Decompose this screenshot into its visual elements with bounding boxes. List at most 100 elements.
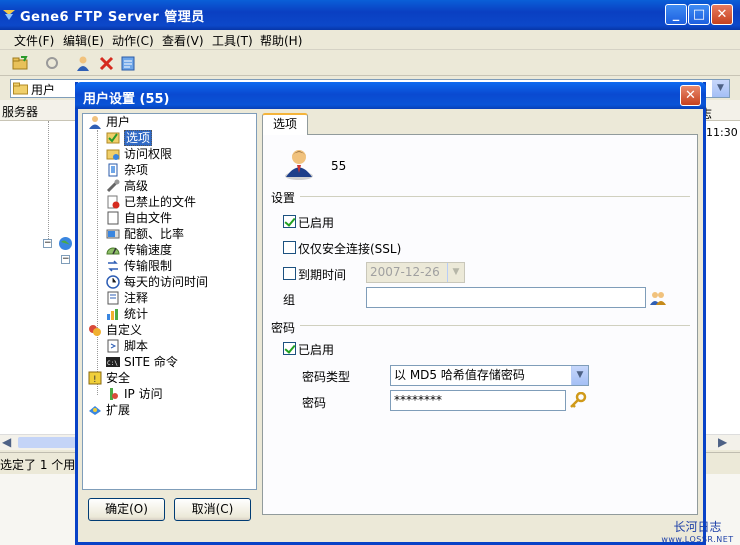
settings-group-label: 设置 (271, 191, 296, 205)
svg-text:!: ! (93, 375, 97, 385)
svg-text:C:\: C:\ (107, 360, 118, 367)
tree-item-user[interactable]: 用户 (88, 114, 130, 130)
tree-item-site-command[interactable]: C:\ SITE 命令 (106, 354, 178, 370)
menu-help[interactable]: 帮助(H) (260, 32, 302, 49)
tree-item-options[interactable]: 选项 (106, 130, 153, 146)
refresh-icon[interactable] (44, 55, 61, 72)
group-field[interactable] (366, 287, 646, 308)
watermark-url: www.LOSSR.NET (661, 535, 734, 544)
ok-button[interactable]: 确定(O) (88, 498, 165, 521)
expire-checkbox[interactable] (283, 267, 296, 280)
add-user-icon[interactable] (75, 55, 92, 72)
tree-item-access-rights[interactable]: 访问权限 (106, 146, 172, 162)
banned-files-icon (107, 195, 120, 209)
delete-icon[interactable] (98, 55, 115, 72)
tab-options[interactable]: 选项 (262, 113, 308, 135)
dialog-titlebar[interactable]: 用户设置 (55) ✕ (75, 82, 706, 109)
watermark-title: 长河日志 (673, 520, 722, 534)
right-scrollbar[interactable]: ▶ (706, 434, 740, 450)
enabled-checkbox[interactable] (283, 215, 296, 228)
expire-label[interactable]: 到期时间 (298, 266, 346, 283)
menu-view[interactable]: 查看(V) (162, 32, 204, 49)
password-group-label: 密码 (271, 321, 296, 335)
tree-collapse-toggle-2[interactable]: − (61, 255, 70, 264)
group-picker-icon[interactable] (649, 290, 667, 306)
stats-icon (107, 309, 118, 320)
scroll-left-icon[interactable]: ◀ (2, 435, 11, 449)
key-icon[interactable] (569, 392, 587, 408)
expire-date-dropdown[interactable]: ▼ (447, 263, 464, 282)
properties-icon[interactable] (120, 55, 137, 72)
enabled-label[interactable]: 已启用 (298, 214, 334, 231)
menu-edit[interactable]: 编辑(E) (63, 32, 104, 49)
tree-item-banned-files[interactable]: 已禁止的文件 (106, 194, 196, 210)
tree-item-transfer-speed[interactable]: 传输速度 (106, 242, 172, 258)
options-icon (106, 132, 120, 144)
server-column-header[interactable]: 服务器 (2, 103, 38, 120)
log-time: 11:30 (706, 126, 738, 139)
scroll-thumb[interactable] (18, 437, 76, 448)
password-type-value: 以 MD5 哈希值存储密码 (394, 368, 525, 382)
tree-item-free-files[interactable]: 自由文件 (106, 210, 172, 226)
tree-item-extension[interactable]: 扩展 (88, 402, 130, 418)
password-enabled-checkbox[interactable] (283, 342, 296, 355)
advanced-icon (106, 179, 120, 193)
address-text: 用户 (31, 83, 56, 97)
toolbar (0, 51, 740, 76)
tree-item-custom[interactable]: 自定义 (88, 322, 142, 338)
scroll-right-icon[interactable]: ▶ (718, 435, 727, 449)
globe-icon (59, 237, 72, 250)
menu-file[interactable]: 文件(F) (14, 32, 54, 49)
password-type-label: 密码类型 (302, 370, 351, 384)
password-type-select[interactable]: 以 MD5 哈希值存储密码 ▼ (390, 365, 589, 386)
close-button[interactable]: ✕ (711, 4, 733, 25)
tree-item-ip-access[interactable]: IP 访问 (106, 386, 163, 402)
tree-item-transfer-limit[interactable]: 传输限制 (106, 258, 172, 274)
free-files-icon (107, 211, 119, 225)
user-icon (89, 116, 101, 129)
tree-collapse-toggle[interactable]: − (43, 239, 52, 248)
main-titlebar[interactable]: Gene6 FTP Server 管理员 _ □ ✕ (0, 0, 740, 30)
status-text: 选定了 1 个用 (0, 458, 76, 472)
dialog-close-button[interactable]: ✕ (680, 85, 701, 106)
tree-item-stats[interactable]: 统计 (106, 306, 148, 322)
log-pane: 11:30 (700, 121, 740, 446)
tree-item-script[interactable]: 脚本 (106, 338, 148, 354)
password-field[interactable]: ******** (390, 390, 566, 411)
script-icon (107, 339, 119, 353)
ssl-only-label[interactable]: 仅仅安全连接(SSL) (298, 240, 401, 257)
tree-item-security[interactable]: ! 安全 (88, 370, 130, 386)
folder-icon (13, 82, 28, 95)
menubar: 文件(F) 编辑(E) 动作(C) 查看(V) 工具(T) 帮助(H) (0, 30, 740, 50)
maximize-button[interactable]: □ (688, 4, 710, 25)
note-icon (107, 291, 119, 305)
password-type-dropdown[interactable]: ▼ (571, 366, 588, 385)
tree-item-misc[interactable]: 杂项 (106, 162, 148, 178)
site-command-icon: C:\ (106, 357, 120, 367)
tree-item-daily-access-time[interactable]: 每天的访问时间 (106, 274, 208, 290)
open-folder-icon[interactable] (12, 55, 29, 72)
security-icon: ! (88, 371, 102, 385)
custom-icon (89, 325, 101, 336)
address-dropdown-button[interactable]: ▼ (712, 80, 729, 97)
tree-item-quota[interactable]: 配额、比率 (106, 226, 184, 242)
quota-icon (106, 229, 120, 239)
menu-tools[interactable]: 工具(T) (212, 32, 253, 49)
menu-action[interactable]: 动作(C) (112, 32, 154, 49)
cancel-button[interactable]: 取消(C) (174, 498, 251, 521)
minimize-button[interactable]: _ (665, 4, 687, 25)
password-value: ******** (394, 393, 442, 407)
ssl-only-checkbox[interactable] (283, 241, 296, 254)
app-title: Gene6 FTP Server 管理员 (20, 10, 205, 25)
user-name: 55 (331, 159, 347, 173)
horizontal-scrollbar[interactable]: ◀ (0, 434, 80, 450)
clock-icon (106, 275, 120, 289)
settings-tree: 用户 选项 访问权限 杂项 高级 已禁止的文件 自由文件 配额、比率 传输速度 … (82, 113, 257, 490)
password-enabled-label[interactable]: 已启用 (298, 341, 334, 358)
tree-item-advanced[interactable]: 高级 (106, 178, 148, 194)
expire-date-field[interactable]: 2007-12-26 ▼ (366, 262, 465, 283)
extension-icon (89, 406, 101, 415)
watermark: 长河日志 www.LOSSR.NET (655, 518, 740, 545)
tree-item-notes[interactable]: 注释 (106, 290, 148, 306)
app-icon (3, 10, 15, 20)
